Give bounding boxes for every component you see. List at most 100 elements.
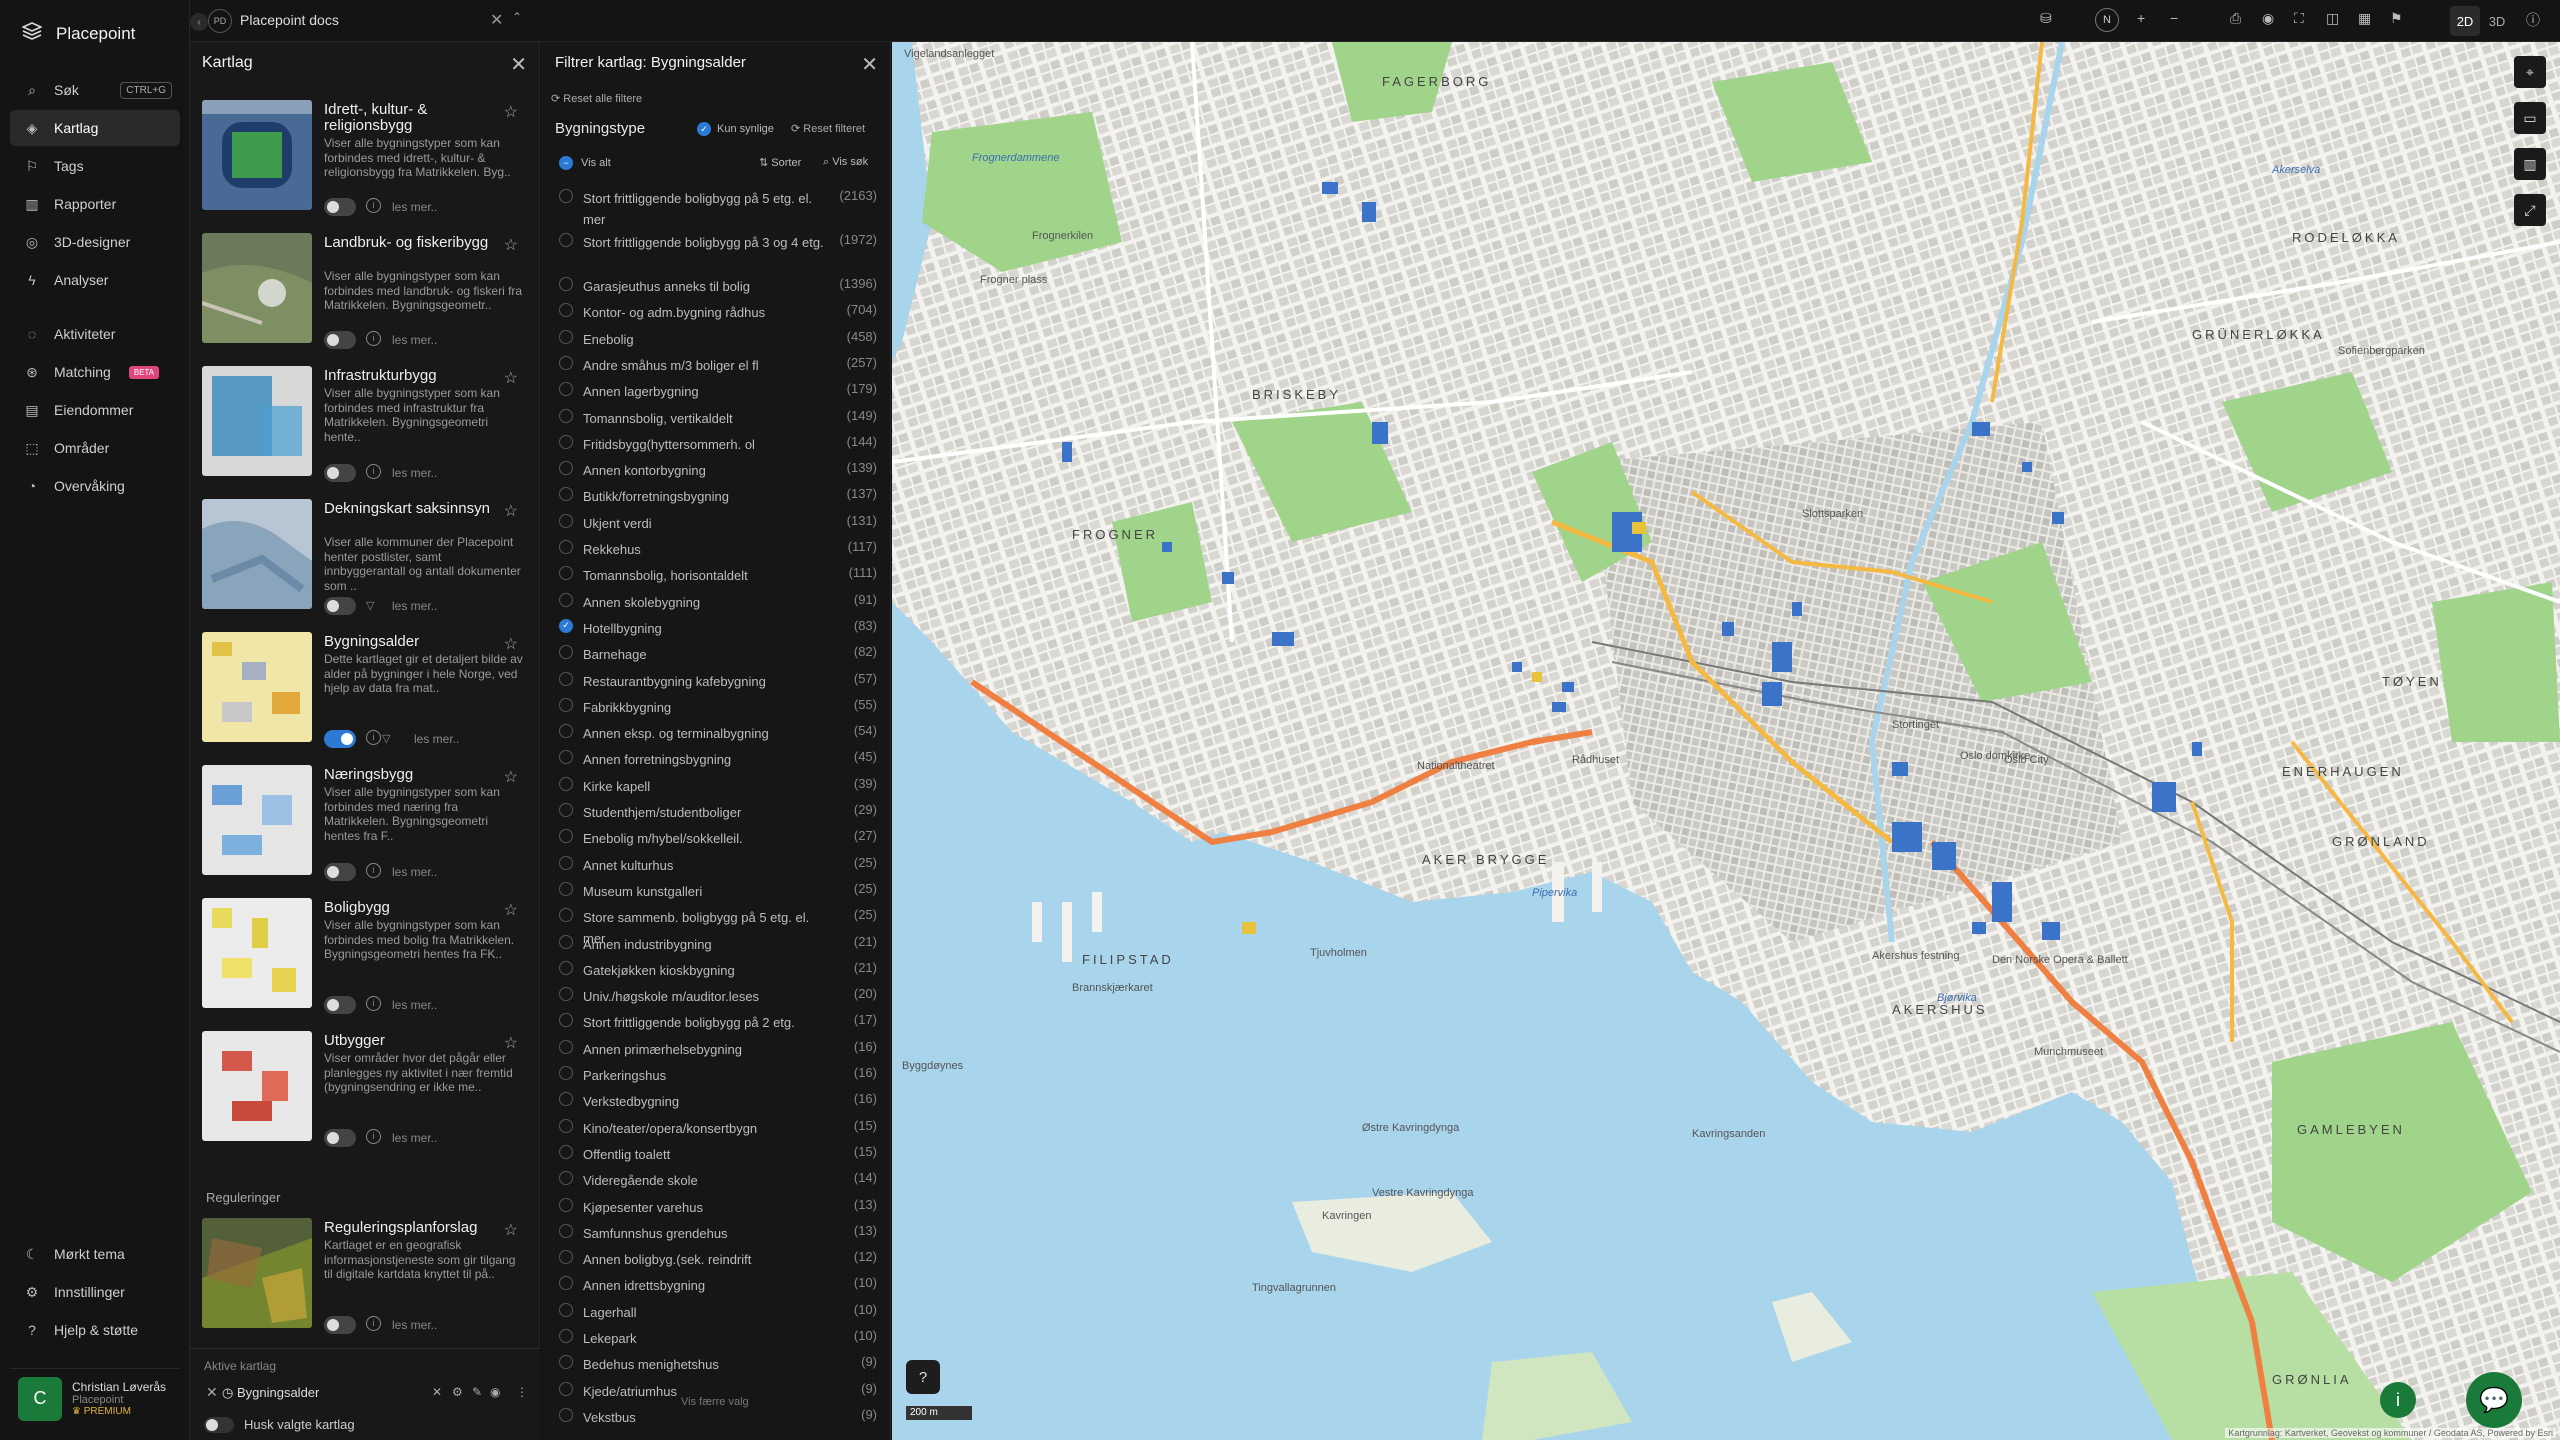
info-icon[interactable]: i bbox=[366, 1316, 381, 1331]
map-info-button[interactable]: i bbox=[2380, 1382, 2416, 1418]
checkbox[interactable] bbox=[559, 960, 573, 975]
checkbox[interactable] bbox=[559, 671, 573, 686]
layers-stack-icon[interactable]: ⛁ bbox=[2040, 10, 2052, 27]
checkbox[interactable] bbox=[559, 382, 573, 397]
layer-toggle[interactable] bbox=[324, 1129, 356, 1147]
filter-option[interactable]: ✓ Hotellbygning (83) bbox=[541, 616, 891, 642]
filter-option[interactable]: Stort frittliggende boligbygg på 3 og 4 … bbox=[541, 230, 891, 274]
layer-card-reguleringsplanforslag[interactable]: Reguleringsplanforslag Kartlaget er en g… bbox=[202, 1218, 528, 1348]
chevron-updown-icon[interactable]: ⌃ bbox=[512, 10, 522, 24]
checkbox[interactable] bbox=[559, 934, 573, 949]
close-doc-icon[interactable]: ✕ bbox=[490, 10, 503, 30]
nav-item-bolt[interactable]: ϟ Analyser bbox=[10, 262, 180, 298]
filter-option[interactable]: Parkeringshus (16) bbox=[541, 1063, 891, 1089]
read-more-link[interactable]: les mer.. bbox=[392, 1318, 437, 1332]
eye-icon[interactable]: ◉ bbox=[490, 1385, 500, 1399]
checkbox[interactable] bbox=[559, 233, 573, 247]
layer-toggle[interactable] bbox=[324, 597, 356, 615]
nav-item-bar-chart[interactable]: ▥ Rapporter bbox=[10, 186, 180, 222]
chart-icon[interactable]: ▥ bbox=[2514, 148, 2546, 180]
layer-card-5[interactable]: Næringsbygg Viser alle bygningstyper som … bbox=[202, 765, 528, 895]
filter-option[interactable]: Vekstbus (9) bbox=[541, 1405, 891, 1431]
checkbox[interactable] bbox=[559, 908, 573, 923]
nav-item-gear[interactable]: ⚙ Innstillinger bbox=[10, 1274, 180, 1310]
checkbox[interactable] bbox=[559, 303, 573, 318]
print-icon[interactable]: ⎙ bbox=[2230, 10, 2241, 27]
filter-option[interactable]: Annen kontorbygning (139) bbox=[541, 458, 891, 484]
more-icon[interactable]: ⋮ bbox=[516, 1385, 528, 1399]
remember-layers-toggle[interactable] bbox=[204, 1417, 234, 1433]
filter-option[interactable]: Annen eksp. og terminalbygning (54) bbox=[541, 721, 891, 747]
filter-option[interactable]: Store sammenb. boligbygg på 5 etg. el. m… bbox=[541, 905, 891, 946]
checkbox[interactable] bbox=[559, 697, 573, 712]
show-search-button[interactable]: ⌕ Vis søk bbox=[823, 156, 868, 169]
filter-option[interactable]: Tomannsbolig, horisontaldelt (111) bbox=[541, 563, 891, 589]
star-icon[interactable]: ☆ bbox=[504, 368, 518, 388]
filter-option[interactable]: Annen idrettsbygning (10) bbox=[541, 1273, 891, 1299]
checkbox[interactable] bbox=[559, 1329, 573, 1343]
layer-toggle[interactable] bbox=[324, 1316, 356, 1334]
nav-item-building[interactable]: ▤ Eiendommer bbox=[10, 392, 180, 428]
nav-item-layers[interactable]: ◈ Kartlag bbox=[10, 110, 180, 146]
north-compass-button[interactable]: N bbox=[2095, 8, 2119, 32]
info-icon[interactable]: i bbox=[366, 1129, 381, 1144]
checkbox[interactable]: ✓ bbox=[559, 618, 573, 633]
fullscreen-icon[interactable]: ⛶ bbox=[2294, 10, 2304, 27]
filter-option[interactable]: Annen primærhelsebygning (16) bbox=[541, 1037, 891, 1063]
checkbox[interactable] bbox=[559, 1013, 573, 1028]
zoom-out-icon[interactable]: − bbox=[2170, 10, 2178, 26]
layer-card-1[interactable]: Landbruk- og fiskeribygg Viser alle bygni… bbox=[202, 233, 528, 363]
info-icon[interactable]: i bbox=[366, 331, 381, 346]
filter-option[interactable]: Offentlig toalett (15) bbox=[541, 1142, 891, 1168]
checkbox[interactable] bbox=[559, 1171, 573, 1186]
filter-option[interactable]: Verkstedbygning (16) bbox=[541, 1089, 891, 1115]
eye-icon[interactable]: ◉ bbox=[2262, 10, 2274, 27]
checkbox[interactable] bbox=[559, 1407, 573, 1422]
filter-option[interactable]: Kino/teater/opera/konsertbygn (15) bbox=[541, 1116, 891, 1142]
nav-item-match[interactable]: ⊛ Matching BETA bbox=[10, 354, 180, 390]
checkbox[interactable] bbox=[559, 540, 573, 554]
layer-card-0[interactable]: Idrett-, kultur- & religionsbygg Viser al… bbox=[202, 100, 528, 230]
checkbox[interactable] bbox=[559, 1250, 573, 1265]
checkbox[interactable] bbox=[559, 329, 573, 344]
checkbox[interactable] bbox=[559, 1092, 573, 1107]
filter-option[interactable]: Samfunnshus grendehus (13) bbox=[541, 1221, 891, 1247]
checkbox[interactable] bbox=[559, 408, 573, 423]
measure-icon[interactable]: ⤢ bbox=[2514, 194, 2546, 226]
location-search-icon[interactable]: ⌖ bbox=[2514, 56, 2546, 88]
ruler-icon[interactable]: ▭ bbox=[2514, 102, 2546, 134]
layer-card-2[interactable]: Infrastrukturbygg Viser alle bygningstype… bbox=[202, 366, 528, 496]
filter-option[interactable]: Kontor- og adm.bygning rådhus (704) bbox=[541, 300, 891, 326]
filter-option[interactable]: Annen industribygning (21) bbox=[541, 932, 891, 958]
star-icon[interactable]: ☆ bbox=[504, 501, 518, 521]
checkbox[interactable] bbox=[559, 189, 573, 203]
filter-option[interactable]: Annen lagerbygning (179) bbox=[541, 379, 891, 405]
checkbox[interactable] bbox=[559, 1118, 573, 1133]
filter-option[interactable]: Annen forretningsbygning (45) bbox=[541, 747, 891, 773]
close-panel-icon[interactable]: ✕ bbox=[510, 52, 527, 77]
bookmark-icon[interactable]: ⚑ bbox=[2390, 10, 2403, 27]
checkbox[interactable] bbox=[559, 829, 573, 844]
info-icon[interactable]: i bbox=[366, 464, 381, 479]
user-profile[interactable]: C Christian Løverås Placepoint ♛ PREMIUM bbox=[10, 1368, 180, 1428]
checkbox[interactable] bbox=[559, 1144, 573, 1159]
filter-icon[interactable]: ▽ bbox=[382, 732, 390, 745]
layer-toggle[interactable] bbox=[324, 198, 356, 216]
chat-button[interactable]: 💬 bbox=[2466, 1372, 2522, 1428]
checkbox[interactable] bbox=[559, 1223, 573, 1238]
nav-item-bookmark[interactable]: ⚐ Tags bbox=[10, 148, 180, 184]
checkbox[interactable] bbox=[559, 750, 573, 765]
active-layer-row[interactable]: ✕ ◷ Bygningsalder ✕ ⚙ ✎ ◉ ⋮ bbox=[198, 1381, 534, 1405]
checkbox[interactable] bbox=[559, 1039, 573, 1054]
checkbox[interactable] bbox=[559, 592, 573, 607]
checkbox[interactable] bbox=[559, 645, 573, 660]
layer-card-6[interactable]: Boligbygg Viser alle bygningstyper som ka… bbox=[202, 898, 528, 1028]
star-icon[interactable]: ☆ bbox=[504, 634, 518, 654]
read-more-link[interactable]: les mer.. bbox=[392, 865, 437, 879]
filter-option[interactable]: Rekkehus (117) bbox=[541, 537, 891, 563]
grid-icon[interactable]: ▦ bbox=[2358, 10, 2371, 27]
read-more-link[interactable]: les mer.. bbox=[392, 1131, 437, 1145]
filter-icon[interactable]: ▽ bbox=[366, 599, 374, 612]
layer-toggle[interactable] bbox=[324, 730, 356, 748]
filter-option[interactable]: Bedehus menighetshus (9) bbox=[541, 1352, 891, 1378]
